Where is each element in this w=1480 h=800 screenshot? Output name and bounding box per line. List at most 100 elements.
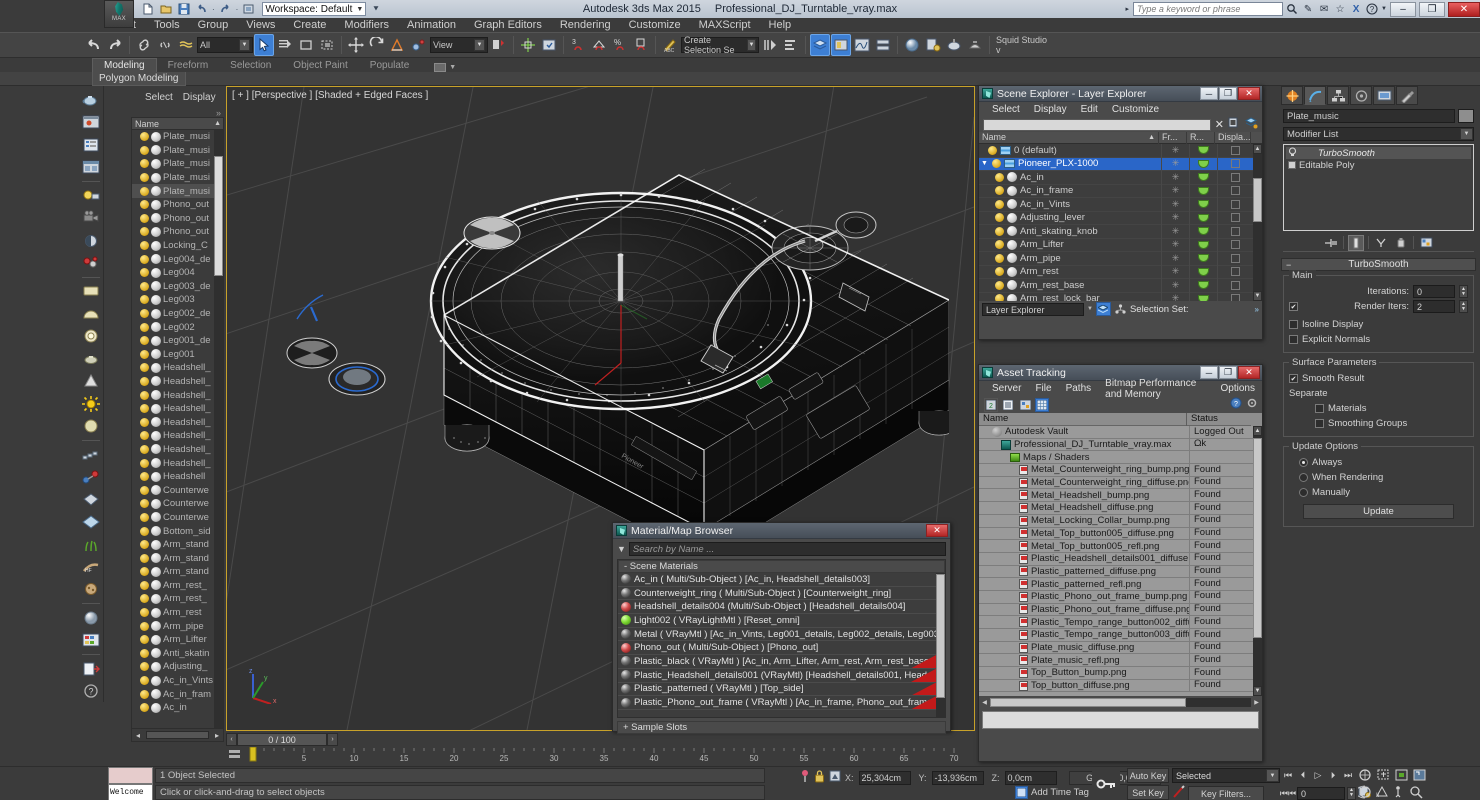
scene-explorer-row[interactable]: Ac_in✳ bbox=[979, 171, 1253, 185]
display-cube-icon[interactable] bbox=[1231, 240, 1240, 249]
scene-explorer-toggle[interactable] bbox=[831, 34, 851, 56]
lightbulb-icon[interactable] bbox=[140, 662, 149, 671]
smoothing-groups-row[interactable]: Smoothing Groups bbox=[1289, 416, 1468, 431]
dependency-view-icon[interactable] bbox=[1018, 398, 1032, 412]
asset-tracking-row[interactable]: Plastic_Phono_out_frame_diffuse.pngFound bbox=[979, 604, 1253, 617]
go-to-start-icon[interactable]: ⏮ bbox=[1281, 768, 1295, 783]
quick-access-toolbar[interactable]: · · Workspace: Default ▼ ⯆ bbox=[104, 0, 380, 18]
lightbulb-icon[interactable] bbox=[140, 690, 149, 699]
percent-snap-toggle-icon[interactable]: % bbox=[610, 34, 630, 56]
lightbulb-icon[interactable] bbox=[140, 146, 149, 155]
lightbulb-icon[interactable] bbox=[140, 268, 149, 277]
scene-explorer-footer[interactable]: Layer Explorer ▼ Selection Set: » bbox=[979, 301, 1262, 317]
object-sphere-icon[interactable] bbox=[151, 526, 161, 536]
lightbulb-icon[interactable] bbox=[988, 146, 997, 155]
collapse-icon[interactable]: − bbox=[1286, 260, 1291, 270]
asset-tracking-row[interactable]: Plastic_patterned_refl.pngFound bbox=[979, 578, 1253, 591]
outliner-item[interactable]: Locking_C bbox=[132, 239, 223, 253]
key-mode-toggle[interactable] bbox=[1092, 771, 1120, 797]
set-key-button[interactable]: Set Key bbox=[1127, 785, 1169, 800]
asset-tracking-row[interactable]: Metal_Headshell_diffuse.pngFound bbox=[979, 502, 1253, 515]
exchange-app-icon[interactable]: X bbox=[1349, 2, 1363, 16]
application-menu-button[interactable]: MAX bbox=[104, 0, 134, 28]
material-list-item[interactable]: Plastic_Headshell_details001 (VRayMtl) [… bbox=[618, 669, 936, 683]
chevron-down-icon[interactable]: ▼ bbox=[1087, 306, 1093, 312]
subscription-icon[interactable]: ✎ bbox=[1301, 2, 1315, 16]
asset-tracking-row[interactable]: Autodesk VaultLogged Out ... bbox=[979, 426, 1253, 439]
hair-and-fur-icon[interactable] bbox=[80, 534, 102, 555]
scroll-up-icon[interactable]: ▲ bbox=[1253, 426, 1262, 436]
chevron-down-icon[interactable]: ▼ bbox=[474, 39, 485, 51]
explicit-normals-checkbox[interactable] bbox=[1289, 335, 1298, 344]
cone-primitive-icon[interactable] bbox=[80, 371, 102, 392]
render-cell[interactable] bbox=[1189, 211, 1217, 225]
remove-modifier-icon[interactable] bbox=[1393, 235, 1409, 251]
update-when-rendering-radio[interactable] bbox=[1299, 473, 1308, 482]
outliner-item[interactable]: Counterwe bbox=[132, 483, 223, 497]
adaptive-degradation-icon[interactable] bbox=[829, 770, 841, 785]
teapot-primitive-icon[interactable] bbox=[80, 348, 102, 369]
object-sphere-icon[interactable] bbox=[151, 349, 161, 359]
scene-explorer-row[interactable]: Arm_rest_lock_bar✳ bbox=[979, 293, 1253, 302]
freeze-cell[interactable]: ✳ bbox=[1161, 211, 1189, 225]
object-sphere-icon[interactable] bbox=[151, 553, 161, 563]
display-cell[interactable] bbox=[1217, 184, 1253, 198]
outliner-item[interactable]: Arm_pipe bbox=[132, 619, 223, 633]
object-sphere-icon[interactable] bbox=[151, 621, 161, 631]
freeze-cell[interactable]: ✳ bbox=[1161, 279, 1189, 293]
render-cell[interactable] bbox=[1189, 292, 1217, 301]
select-children-icon[interactable] bbox=[1228, 117, 1241, 132]
isoline-display-row[interactable]: Isoline Display bbox=[1289, 317, 1468, 332]
ribbon-tab-selection[interactable]: Selection bbox=[219, 59, 282, 72]
se-scroll-thumb[interactable] bbox=[1253, 178, 1262, 222]
iterations-spinner[interactable]: ▲▼ bbox=[1459, 285, 1468, 298]
renderer-combo[interactable]: Squid Studio v bbox=[994, 37, 1056, 53]
lightbulb-icon[interactable] bbox=[995, 227, 1004, 236]
hair-farm-icon[interactable]: HF bbox=[80, 556, 102, 577]
outliner-item[interactable]: Arm_stand bbox=[132, 551, 223, 565]
object-sphere-icon[interactable] bbox=[151, 159, 161, 169]
ribbon-subtab-bar[interactable]: Polygon Modeling bbox=[0, 72, 1480, 86]
outliner-menu-display[interactable]: Display bbox=[183, 92, 216, 103]
lightbulb-icon[interactable] bbox=[995, 254, 1004, 263]
scene-explorer-row[interactable]: Anti_skating_knob✳ bbox=[979, 225, 1253, 239]
render-cell[interactable] bbox=[1189, 238, 1217, 252]
use-pivot-point-center-icon[interactable] bbox=[489, 34, 509, 56]
rendered-frame-window-icon[interactable] bbox=[944, 34, 964, 56]
sort-ascending-icon[interactable]: ▲ bbox=[214, 120, 221, 127]
lightbulb-icon[interactable] bbox=[140, 513, 149, 522]
hierarchy-mode-icon[interactable] bbox=[1114, 303, 1127, 316]
lightbulb-icon[interactable] bbox=[992, 159, 1001, 168]
scene-explorer-icon[interactable] bbox=[80, 156, 102, 177]
se-col-name[interactable]: Name ▲ bbox=[979, 132, 1159, 144]
object-name-field[interactable]: Plate_music bbox=[1283, 109, 1455, 123]
smooth-result-row[interactable]: ✔ Smooth Result bbox=[1289, 371, 1468, 386]
spinner-snap-toggle-icon[interactable] bbox=[631, 34, 651, 56]
object-color-swatch[interactable] bbox=[1458, 109, 1474, 123]
renderable-teapot-icon[interactable] bbox=[1198, 254, 1209, 262]
favorites-star-icon[interactable]: ☆ bbox=[1333, 2, 1347, 16]
material-editor-icon[interactable] bbox=[902, 34, 922, 56]
align-tools-icon[interactable] bbox=[781, 34, 801, 56]
infocenter-search-input[interactable]: Type a keyword or phrase bbox=[1133, 2, 1283, 16]
object-sphere-icon[interactable] bbox=[151, 376, 161, 386]
at-menu-bitmap-performance[interactable]: Bitmap Performance and Memory bbox=[1098, 378, 1213, 400]
asset-tracking-column-headers[interactable]: Name Status bbox=[979, 413, 1262, 426]
lightbulb-icon[interactable] bbox=[140, 255, 149, 264]
snowflake-icon[interactable]: ✳ bbox=[1172, 158, 1180, 169]
scene-explorer-row[interactable]: Arm_rest✳ bbox=[979, 266, 1253, 280]
x-coord-field[interactable]: 25,304cm bbox=[859, 771, 911, 785]
outliner-item-list[interactable]: Plate_musiPlate_musiPlate_musiPlate_musi… bbox=[131, 130, 224, 728]
scene-explorer-window[interactable]: Scene Explorer - Layer Explorer ─ ❐ ✕ Se… bbox=[978, 85, 1263, 340]
frame-prev-button[interactable]: ‹ bbox=[226, 733, 237, 746]
object-sphere-icon[interactable] bbox=[151, 499, 161, 509]
lightbulb-icon[interactable] bbox=[140, 527, 149, 536]
unlink-selection-icon[interactable] bbox=[155, 34, 175, 56]
previous-frame-icon[interactable]: ⏴ bbox=[1296, 768, 1310, 783]
help-dropdown-icon[interactable]: ▼ bbox=[1381, 6, 1387, 12]
lightbulb-icon[interactable] bbox=[140, 173, 149, 182]
object-sphere-icon[interactable] bbox=[151, 145, 161, 155]
edit-named-selection-sets-icon[interactable]: ABC bbox=[660, 34, 680, 56]
render-cell[interactable] bbox=[1189, 265, 1217, 279]
maxscript-mini-listener-input[interactable]: Welcome to M bbox=[108, 784, 153, 800]
